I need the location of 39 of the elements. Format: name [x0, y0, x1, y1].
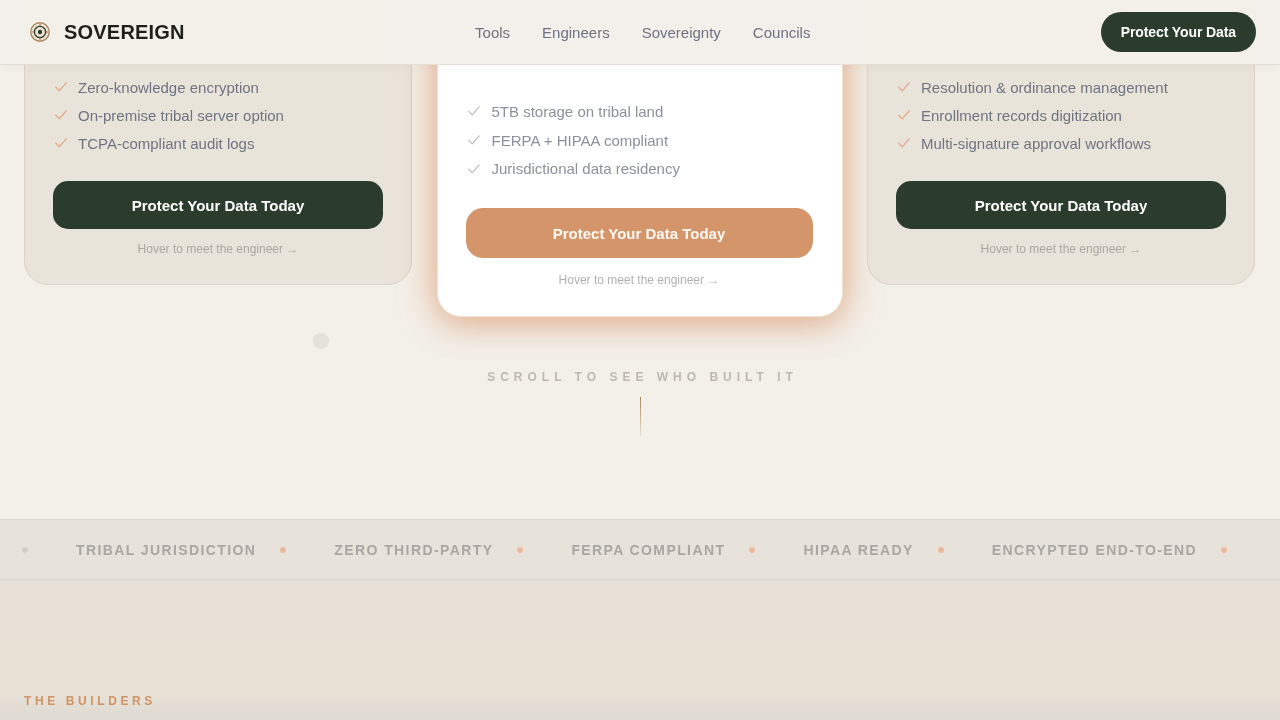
check-icon	[898, 138, 910, 148]
check-icon	[467, 163, 480, 174]
feature-text: 5TB storage on tribal land	[491, 102, 664, 120]
feature-text: On-premise tribal server option	[78, 106, 284, 124]
check-icon	[467, 135, 480, 146]
feature-text: Jurisdictional data residency	[491, 160, 680, 178]
nav-link[interactable]: Tools	[475, 23, 511, 41]
logo-icon	[30, 22, 50, 42]
check-icon	[55, 110, 67, 120]
feature-text: TCPA-compliant audit logs	[78, 134, 255, 152]
feature-text: Zero-knowledge encryption	[78, 78, 259, 96]
check-icon	[898, 110, 910, 120]
feature-text: FERPA + HIPAA compliant	[491, 131, 669, 149]
feature-text: Multi-signature approval workflows	[921, 134, 1152, 152]
ticker-item: FERPA COMPLIANT	[571, 541, 726, 558]
check-icon	[898, 82, 910, 92]
nav-link[interactable]: Councils	[752, 23, 811, 41]
feature-text: Resolution & ordinance management	[921, 78, 1168, 96]
brand-name: SOVEREIGN	[64, 20, 185, 44]
check-icon	[467, 106, 480, 117]
scroll-hint: SCROLL TO SEE WHO BUILT IT	[486, 370, 798, 385]
ticker-item: ENCRYPTED END-TO-END	[991, 541, 1198, 558]
scroll-line-icon	[639, 397, 641, 437]
feature-text: Enrollment records digitization	[921, 106, 1122, 124]
plan-button[interactable]: Protect Your Data Today	[896, 181, 1226, 229]
hint-text: Hover to meet the engineer →	[137, 242, 299, 256]
hint-text: Hover to meet the engineer →	[980, 242, 1142, 256]
plan-button[interactable]: Protect Your Data Today	[53, 181, 383, 229]
plan-button[interactable]: Protect Your Data Today	[465, 208, 813, 259]
ticker-item: HIPAA READY	[803, 541, 914, 558]
check-icon	[55, 82, 67, 92]
cta-button[interactable]: Protect Your Data	[1100, 12, 1256, 52]
hint-text: Hover to meet the engineer →	[558, 273, 720, 288]
check-icon	[55, 138, 67, 148]
ticker-item: ZERO THIRD-PARTY	[334, 541, 494, 558]
nav-link[interactable]: Engineers	[542, 23, 610, 41]
section-eyebrow: THE BUILDERS	[24, 694, 156, 709]
nav-link[interactable]: Sovereignty	[641, 23, 721, 41]
ticker-item: TRIBAL JURISDICTION	[76, 541, 257, 558]
